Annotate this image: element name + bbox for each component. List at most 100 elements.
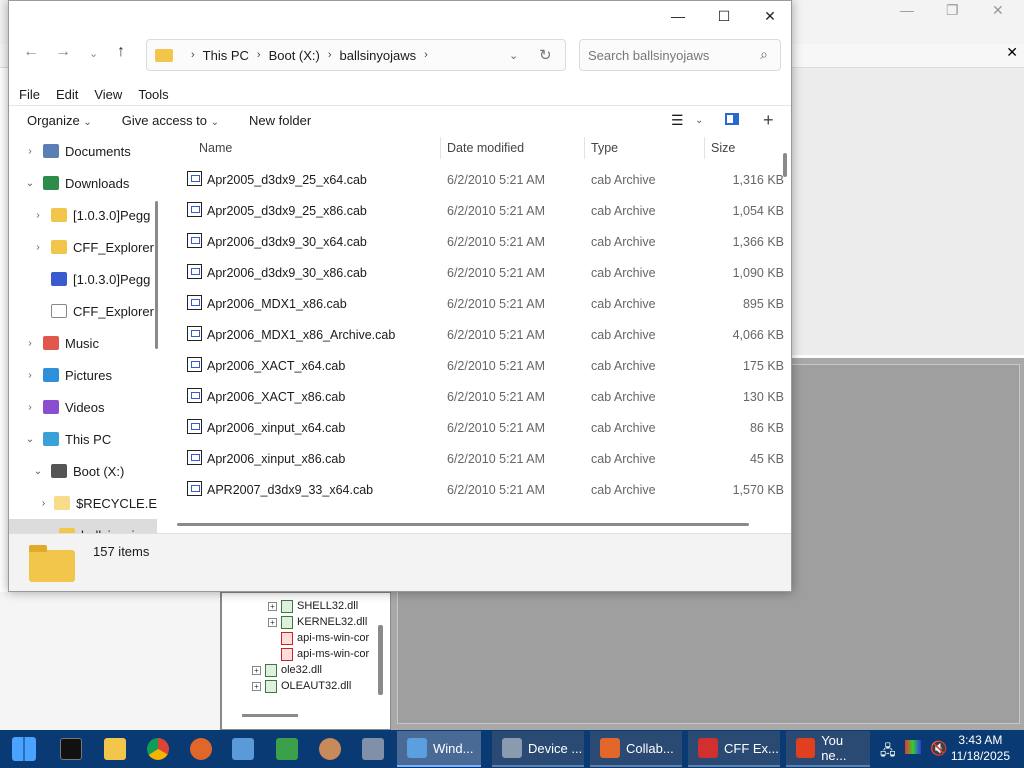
new-folder-button[interactable]: New folder: [249, 113, 311, 128]
breadcrumb-this-pc[interactable]: This PC: [203, 48, 249, 63]
expand-icon[interactable]: +: [268, 617, 277, 627]
file-row[interactable]: Apr2006_xinput_x86.cab 6/2/2010 5:21 AM ca…: [165, 443, 785, 474]
chevron-right-icon[interactable]: ›: [31, 210, 45, 221]
chrome-icon[interactable]: [147, 738, 169, 760]
column-type[interactable]: Type: [591, 141, 618, 155]
volume-muted-icon[interactable]: 🔇: [930, 740, 947, 757]
nav-item[interactable]: › CFF_Explorer: [9, 231, 157, 263]
breadcrumb-ballsinyojaws[interactable]: ballsinyojaws: [340, 48, 417, 63]
nav-item[interactable]: ⌄ Boot (X:): [9, 455, 157, 487]
chevron-right-icon[interactable]: ›: [23, 402, 37, 413]
chevron-right-icon[interactable]: ›: [23, 338, 37, 349]
up-arrow-icon[interactable]: ↑: [117, 43, 125, 61]
column-divider[interactable]: [440, 137, 441, 159]
file-row[interactable]: Apr2005_d3dx9_25_x64.cab 6/2/2010 5:21 AM…: [165, 164, 785, 195]
expand-icon[interactable]: +: [252, 665, 261, 675]
chevron-down-icon[interactable]: ⌄: [23, 434, 37, 445]
expand-icon[interactable]: +: [268, 601, 277, 611]
give-access-button[interactable]: Give access to ⌄: [122, 113, 219, 128]
tree-hscrollbar[interactable]: [242, 714, 298, 717]
calculator-icon[interactable]: [362, 738, 384, 760]
expand-icon[interactable]: +: [252, 681, 261, 691]
column-divider[interactable]: [704, 137, 705, 159]
file-row[interactable]: APR2007_d3dx9_33_x64.cab 6/2/2010 5:21 AM…: [165, 474, 785, 505]
maximize-button[interactable]: ☐: [701, 1, 747, 31]
file-row[interactable]: Apr2005_d3dx9_25_x86.cab 6/2/2010 5:21 AM…: [165, 195, 785, 226]
nav-item[interactable]: › Documents: [9, 135, 157, 167]
address-dropdown-icon[interactable]: ⌄: [509, 49, 518, 62]
file-explorer-icon[interactable]: [104, 738, 126, 760]
menu-item-edit[interactable]: Edit: [56, 87, 78, 102]
file-row[interactable]: Apr2006_MDX1_x86_Archive.cab 6/2/2010 5:2…: [165, 319, 785, 350]
taskbar-task[interactable]: CFF Ex...: [688, 731, 780, 767]
file-row[interactable]: Apr2006_MDX1_x86.cab 6/2/2010 5:21 AM cab …: [165, 288, 785, 319]
organize-button[interactable]: Organize ⌄: [27, 113, 92, 128]
display-icon[interactable]: [905, 740, 921, 754]
breadcrumb-boot[interactable]: Boot (X:): [269, 48, 320, 63]
nav-item[interactable]: ⌄ Downloads: [9, 167, 157, 199]
view-options-icon[interactable]: ☰: [671, 112, 684, 129]
tree-scrollbar[interactable]: [378, 625, 383, 695]
chevron-right-icon[interactable]: ›: [23, 146, 37, 157]
nav-item[interactable]: › Videos: [9, 391, 157, 423]
column-divider[interactable]: [584, 137, 585, 159]
column-date[interactable]: Date modified: [447, 141, 524, 155]
firefox-icon[interactable]: [190, 738, 212, 760]
tree-item[interactable]: api-ms-win-cor: [248, 646, 369, 662]
forward-arrow-icon[interactable]: →: [55, 43, 71, 61]
start-button[interactable]: [12, 737, 36, 761]
nav-scrollbar[interactable]: [155, 201, 158, 349]
nav-item[interactable]: ballsinyojaw: [9, 519, 157, 533]
close-icon[interactable]: ✕: [1006, 44, 1018, 61]
close-icon[interactable]: ✕: [992, 2, 1004, 19]
chevron-right-icon[interactable]: ›: [39, 498, 48, 509]
column-name[interactable]: Name: [199, 141, 232, 155]
close-button[interactable]: ✕: [747, 1, 793, 31]
chevron-down-icon[interactable]: ⌄: [695, 115, 703, 126]
tree-item[interactable]: api-ms-win-cor: [248, 630, 369, 646]
nav-item[interactable]: › $RECYCLE.E: [9, 487, 157, 519]
file-row[interactable]: Apr2006_xinput_x64.cab 6/2/2010 5:21 AM ca…: [165, 412, 785, 443]
nav-item[interactable]: › Pictures: [9, 359, 157, 391]
nav-item[interactable]: CFF_Explorer: [9, 295, 157, 327]
tree-item[interactable]: + ole32.dll: [248, 662, 369, 678]
refresh-icon[interactable]: ↻: [539, 46, 552, 64]
file-row[interactable]: Apr2006_XACT_x64.cab 6/2/2010 5:21 AM cab …: [165, 350, 785, 381]
menu-item-file[interactable]: File: [19, 87, 40, 102]
minimize-icon[interactable]: —: [900, 2, 914, 18]
expand-icon[interactable]: +: [763, 110, 774, 131]
nav-item[interactable]: › Music: [9, 327, 157, 359]
chevron-down-icon[interactable]: ⌄: [23, 178, 37, 189]
chevron-right-icon[interactable]: ›: [23, 370, 37, 381]
taskbar-task[interactable]: Wind...: [397, 731, 481, 767]
menu-item-view[interactable]: View: [94, 87, 122, 102]
terminal-icon[interactable]: [60, 738, 82, 760]
recent-locations-icon[interactable]: ⌄: [89, 47, 98, 60]
tree-item[interactable]: + OLEAUT32.dll: [248, 678, 369, 694]
maximize-icon[interactable]: ❐: [946, 2, 959, 19]
nav-item[interactable]: ⌄ This PC: [9, 423, 157, 455]
tree-item[interactable]: + KERNEL32.dll: [248, 614, 369, 630]
notes-icon[interactable]: [232, 738, 254, 760]
nav-item[interactable]: › [1.0.3.0]Pegg: [9, 199, 157, 231]
paint-icon[interactable]: [319, 738, 341, 760]
preview-pane-icon[interactable]: [725, 113, 739, 125]
nav-item[interactable]: [1.0.3.0]Pegg: [9, 263, 157, 295]
back-arrow-icon[interactable]: ←: [23, 43, 39, 61]
taskbar-task[interactable]: You ne...: [786, 731, 870, 767]
minimize-button[interactable]: —: [655, 1, 701, 31]
search-input[interactable]: Search ballsinyojaws ⌕: [579, 39, 781, 71]
spreadsheet-icon[interactable]: [276, 738, 298, 760]
menu-item-tools[interactable]: Tools: [138, 87, 168, 102]
taskbar-task[interactable]: Collab...: [590, 731, 682, 767]
chevron-down-icon[interactable]: ⌄: [31, 466, 45, 477]
tree-item[interactable]: + SHELL32.dll: [248, 598, 369, 614]
column-size[interactable]: Size: [711, 141, 735, 155]
file-row[interactable]: Apr2006_XACT_x86.cab 6/2/2010 5:21 AM cab …: [165, 381, 785, 412]
file-list-scrollbar[interactable]: [783, 153, 787, 177]
file-row[interactable]: Apr2006_d3dx9_30_x64.cab 6/2/2010 5:21 AM…: [165, 226, 785, 257]
taskbar-task[interactable]: Device ...: [492, 731, 584, 767]
network-icon[interactable]: 🖧: [880, 740, 896, 764]
clock[interactable]: 3:43 AM 11/18/2025: [951, 732, 1010, 764]
chevron-right-icon[interactable]: ›: [31, 242, 45, 253]
